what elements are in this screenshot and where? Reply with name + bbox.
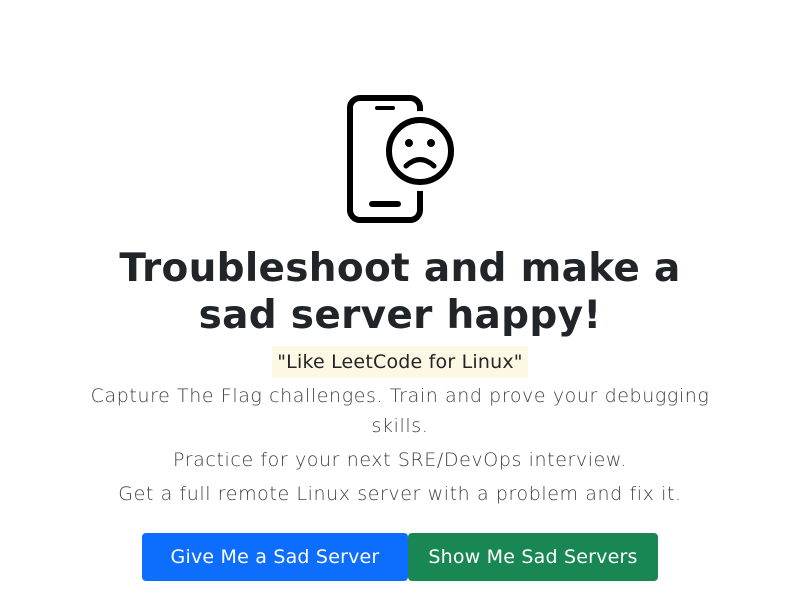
hero-section: Troubleshoot and make a sad server happy… xyxy=(0,0,800,600)
page-title-line2: sad server happy! xyxy=(198,293,602,338)
sad-phone-icon xyxy=(346,94,456,224)
lead-text-remote-server: Get a full remote Linux server with a pr… xyxy=(118,483,682,505)
show-sad-servers-button[interactable]: Show Me Sad Servers xyxy=(408,533,658,581)
lead-text-interview: Practice for your next SRE/DevOps interv… xyxy=(173,449,627,471)
tagline: "Like LeetCode for Linux" xyxy=(272,346,528,378)
lead-text-ctf: Capture The Flag challenges. Train and p… xyxy=(90,385,710,407)
give-sad-server-button[interactable]: Give Me a Sad Server xyxy=(142,533,408,581)
tagline-container: "Like LeetCode for Linux" xyxy=(0,346,800,378)
page-title-line1: Troubleshoot and make a xyxy=(119,246,681,291)
lead-text-ctf-cont: skills. xyxy=(371,415,429,437)
